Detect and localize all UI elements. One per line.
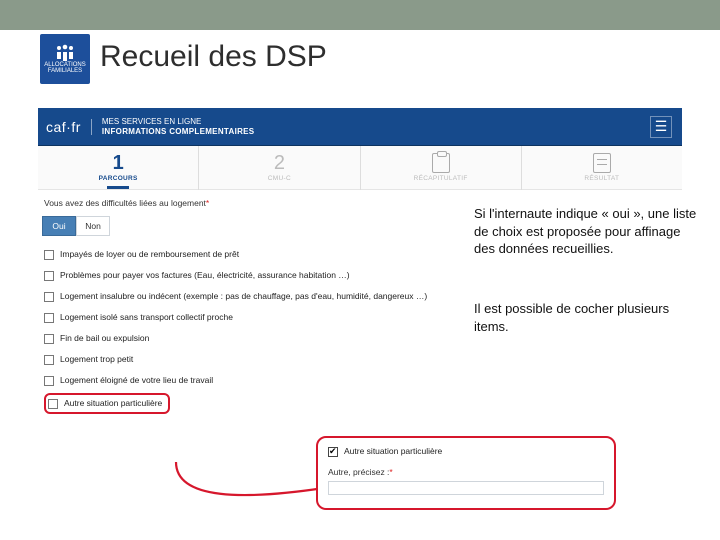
- checkbox-label: Autre situation particulière: [344, 446, 442, 456]
- checkbox-list: Impayés de loyer ou de remboursement de …: [38, 242, 462, 420]
- step-1-label: PARCOURS: [99, 175, 138, 182]
- list-item[interactable]: Problèmes pour payer vos factures (Eau, …: [44, 265, 456, 286]
- checkbox[interactable]: [328, 447, 338, 457]
- highlighted-autre-item: Autre situation particulière: [44, 393, 170, 414]
- non-button[interactable]: Non: [76, 216, 110, 236]
- app-header-text: MES SERVICES EN LIGNE INFORMATIONS COMPL…: [102, 117, 255, 137]
- step-3-label: RÉCAPITULATIF: [414, 175, 468, 182]
- step-1-number: 1: [113, 153, 124, 173]
- step-parcours[interactable]: 1 PARCOURS: [38, 146, 198, 189]
- org-emblem-icon: ☰: [650, 116, 672, 138]
- checkbox-label: Logement trop petit: [60, 354, 133, 364]
- list-item[interactable]: Logement éloigné de votre lieu de travai…: [44, 370, 456, 391]
- checkbox-label: Logement éloigné de votre lieu de travai…: [60, 375, 213, 385]
- popup-checked-item[interactable]: Autre situation particulière: [328, 446, 604, 457]
- checkbox[interactable]: [44, 271, 54, 281]
- service-line-2: INFORMATIONS COMPLEMENTAIRES: [102, 127, 255, 137]
- step-2-number: 2: [274, 153, 285, 173]
- step-4-label: RÉSULTAT: [584, 175, 619, 182]
- required-asterisk: *: [389, 467, 392, 477]
- checkbox[interactable]: [44, 334, 54, 344]
- app-header: caf·fr MES SERVICES EN LIGNE INFORMATION…: [38, 108, 682, 146]
- list-item[interactable]: Fin de bail ou expulsion: [44, 328, 456, 349]
- list-item[interactable]: Logement isolé sans transport collectif …: [44, 307, 456, 328]
- checkbox[interactable]: [44, 376, 54, 386]
- clipboard-icon: [432, 153, 450, 173]
- checkbox[interactable]: [44, 292, 54, 302]
- checkbox[interactable]: [44, 313, 54, 323]
- list-item[interactable]: Impayés de loyer ou de remboursement de …: [44, 244, 456, 265]
- document-icon: [593, 153, 611, 173]
- slide: ALLOCATIONS FAMILIALES Recueil des DSP c…: [0, 0, 720, 540]
- checkbox[interactable]: [48, 399, 58, 409]
- required-asterisk: *: [206, 198, 209, 208]
- step-recapitulatif[interactable]: RÉCAPITULATIF: [361, 146, 521, 189]
- stepper: 1 PARCOURS 2 CMU-C RÉCAPITULATIF RÉSULTA…: [38, 146, 682, 190]
- annotation-2: Il est possible de cocher plusieurs item…: [474, 300, 704, 335]
- list-item[interactable]: Logement insalubre ou indécent (exemple …: [44, 286, 456, 307]
- question-text: Vous avez des difficultés liées au logem…: [44, 198, 209, 208]
- oui-button[interactable]: Oui: [42, 216, 76, 236]
- checkbox-label: Impayés de loyer ou de remboursement de …: [60, 249, 239, 259]
- caf-logo: ALLOCATIONS FAMILIALES: [40, 34, 90, 84]
- precisez-input[interactable]: [328, 481, 604, 495]
- logo-text: ALLOCATIONS FAMILIALES: [40, 62, 90, 74]
- precisez-label: Autre, précisez :*: [328, 467, 604, 477]
- checkbox-label: Problèmes pour payer vos factures (Eau, …: [60, 270, 350, 280]
- checkbox-label: Fin de bail ou expulsion: [60, 333, 149, 343]
- step-resultat[interactable]: RÉSULTAT: [522, 146, 682, 189]
- checkbox-label: Logement insalubre ou indécent (exemple …: [60, 291, 427, 301]
- app-brand: caf·fr: [46, 119, 92, 135]
- checkbox[interactable]: [44, 355, 54, 365]
- checkbox[interactable]: [44, 250, 54, 260]
- detail-popup: Autre situation particulière Autre, préc…: [316, 436, 616, 510]
- checkbox-label: Autre situation particulière: [64, 398, 162, 408]
- list-item[interactable]: Autre situation particulière: [48, 398, 162, 409]
- step-cmuc[interactable]: 2 CMU-C: [199, 146, 359, 189]
- service-line-1: MES SERVICES EN LIGNE: [102, 117, 255, 127]
- header-strip: [0, 0, 720, 30]
- annotation-1: Si l'internaute indique « oui », une lis…: [474, 205, 704, 258]
- page-title: Recueil des DSP: [100, 40, 327, 74]
- step-2-label: CMU-C: [268, 175, 291, 182]
- list-item[interactable]: Logement trop petit: [44, 349, 456, 370]
- checkbox-label: Logement isolé sans transport collectif …: [60, 312, 233, 322]
- family-icon: [53, 44, 77, 62]
